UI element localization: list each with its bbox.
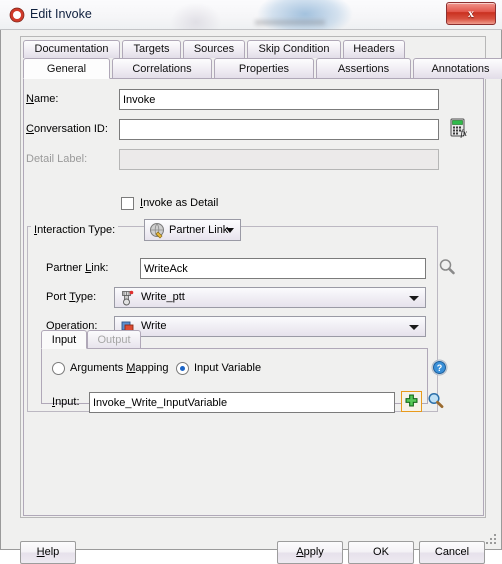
partner-link-search-icon[interactable] bbox=[437, 257, 457, 277]
ok-label: OK bbox=[373, 546, 389, 558]
close-button[interactable]: x bbox=[446, 2, 496, 25]
detail-label-input bbox=[119, 149, 439, 170]
glass-blur-artifact bbox=[255, 20, 325, 25]
apply-button[interactable]: Apply bbox=[277, 541, 343, 564]
help-button[interactable]: Help bbox=[20, 541, 76, 564]
name-input[interactable] bbox=[119, 89, 439, 110]
svg-text:?: ? bbox=[437, 363, 443, 373]
port-type-label-a: Port bbox=[46, 291, 70, 303]
tab-general[interactable]: General bbox=[23, 58, 110, 79]
name-label-rest: ame: bbox=[33, 93, 59, 105]
input-value-label: Input: bbox=[52, 396, 80, 408]
tab-output: Output bbox=[87, 330, 141, 349]
ok-button[interactable]: OK bbox=[348, 541, 414, 564]
port-type-value: Write_ptt bbox=[141, 291, 185, 303]
port-type-icon bbox=[122, 290, 134, 306]
name-label: Name: bbox=[26, 93, 58, 105]
help-mnemonic: H bbox=[36, 546, 45, 558]
tab-targets[interactable]: Targets bbox=[122, 40, 181, 58]
input-variable-input[interactable] bbox=[89, 392, 395, 413]
resize-grip[interactable] bbox=[486, 534, 498, 546]
add-variable-button[interactable] bbox=[401, 391, 422, 412]
input-variable-search-icon[interactable] bbox=[426, 391, 446, 411]
tab-input[interactable]: Input bbox=[41, 330, 87, 349]
apply-mnemonic: A bbox=[296, 546, 304, 558]
detail-label-label: Detail Label: bbox=[26, 153, 87, 165]
green-plus-icon bbox=[405, 394, 418, 407]
arguments-mapping-label-a: Arguments bbox=[70, 362, 127, 374]
port-type-label-b: ype: bbox=[75, 291, 97, 303]
tab-headers[interactable]: Headers bbox=[343, 40, 405, 58]
conversation-id-input[interactable] bbox=[119, 119, 439, 140]
edit-invoke-dialog: Edit Invoke x Documentation Targets Sour… bbox=[0, 0, 502, 564]
title-bar: Edit Invoke x bbox=[0, 0, 502, 30]
interaction-type-value: Partner Link bbox=[169, 224, 229, 236]
arguments-mapping-label: Arguments Mapping bbox=[70, 362, 168, 374]
partner-link-label-a: Partner bbox=[46, 262, 86, 274]
tab-sources[interactable]: Sources bbox=[183, 40, 245, 58]
partner-link-label: Partner Link: bbox=[46, 262, 108, 274]
chevron-down-icon bbox=[226, 228, 234, 233]
dialog-body: Documentation Targets Sources Skip Condi… bbox=[0, 30, 502, 564]
conversation-id-label-rest: onversation ID: bbox=[33, 123, 108, 135]
help-bubble-icon[interactable]: ? bbox=[431, 359, 448, 376]
input-value-label-rest: nput: bbox=[55, 396, 80, 408]
apply-label-rest: pply bbox=[303, 546, 324, 558]
input-variable-label: Input Variable bbox=[194, 362, 261, 374]
invoke-as-detail-label: Invoke as Detail bbox=[140, 197, 218, 209]
detail-label-text: Detail Label: bbox=[26, 153, 88, 165]
partner-link-input[interactable] bbox=[140, 258, 426, 279]
interaction-type-label-rest: nteraction Type: bbox=[37, 224, 116, 236]
expression-builder-icon[interactable]: fx bbox=[449, 118, 468, 138]
port-type-dropdown[interactable]: Write_ptt bbox=[114, 287, 426, 308]
window-title: Edit Invoke bbox=[30, 7, 92, 21]
tab-annotations[interactable]: Annotations bbox=[413, 58, 502, 79]
chevron-down-icon bbox=[409, 325, 419, 330]
operation-dropdown[interactable]: Write bbox=[114, 316, 426, 337]
port-type-label: Port Type: bbox=[46, 291, 96, 303]
input-variable-label-text: Input Variable bbox=[194, 362, 262, 374]
svg-text:fx: fx bbox=[461, 128, 468, 138]
arguments-mapping-radio[interactable] bbox=[52, 362, 65, 375]
close-icon: x bbox=[468, 6, 474, 20]
tab-properties[interactable]: Properties bbox=[214, 58, 314, 79]
tab-documentation[interactable]: Documentation bbox=[23, 40, 120, 58]
chevron-down-icon bbox=[409, 296, 419, 301]
tab-correlations[interactable]: Correlations bbox=[112, 58, 212, 79]
invoke-as-detail-checkbox[interactable] bbox=[121, 197, 134, 210]
interaction-type-label: Interaction Type: bbox=[31, 219, 119, 241]
input-variable-radio[interactable] bbox=[176, 362, 189, 375]
tab-assertions[interactable]: Assertions bbox=[316, 58, 411, 79]
partner-link-label-b: ink: bbox=[91, 262, 109, 274]
operation-value: Write bbox=[141, 320, 167, 332]
arguments-mapping-label-b: apping bbox=[135, 362, 169, 374]
interaction-type-dropdown[interactable]: Partner Link bbox=[144, 219, 241, 241]
cancel-label: Cancel bbox=[434, 546, 470, 558]
cancel-button[interactable]: Cancel bbox=[419, 541, 485, 564]
partner-link-icon bbox=[150, 223, 164, 239]
conversation-id-label-mnemonic: C bbox=[26, 123, 34, 135]
help-label-rest: elp bbox=[44, 546, 60, 558]
conversation-id-label: Conversation ID: bbox=[26, 123, 108, 135]
name-label-mnemonic: N bbox=[26, 93, 34, 105]
tab-skip-condition[interactable]: Skip Condition bbox=[247, 40, 341, 58]
oracle-sphere-icon bbox=[9, 7, 25, 23]
invoke-as-detail-rest: nvoke as Detail bbox=[143, 197, 219, 209]
